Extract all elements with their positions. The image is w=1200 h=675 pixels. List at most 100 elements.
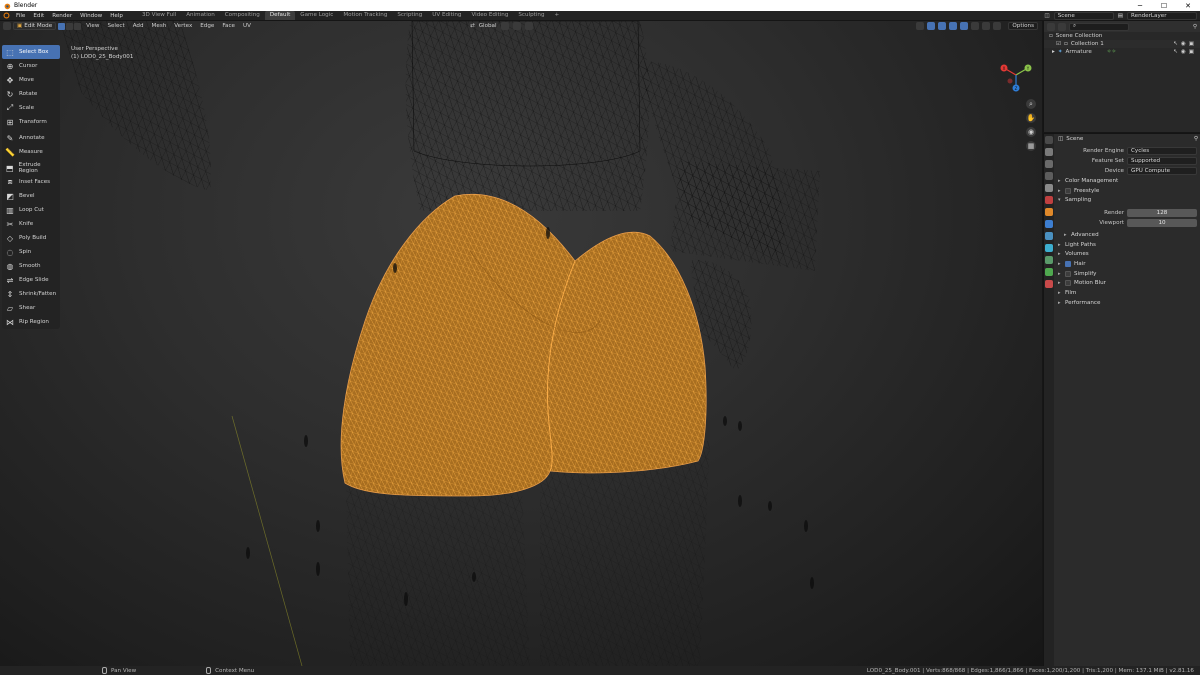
tool-inset-faces[interactable]: ⧈ Inset Faces — [2, 175, 60, 189]
tool-rotate[interactable]: ↻ Rotate — [2, 87, 60, 101]
simplify-checkbox[interactable] — [1065, 270, 1071, 277]
select-arrow-icon[interactable]: ↖ — [1173, 49, 1178, 55]
mode-selector[interactable]: ▣ Edit Mode — [13, 22, 57, 30]
eye-icon[interactable]: ◉ — [1181, 49, 1186, 55]
tool-move[interactable]: ✥ Move — [2, 73, 60, 87]
panel-freestyle[interactable]: ▸ Freestyle — [1055, 186, 1200, 196]
tool-scale[interactable]: ⤢ Scale — [2, 101, 60, 115]
camera-icon[interactable]: ▣ — [1189, 49, 1194, 55]
tool-poly-build[interactable]: ◇ Poly Build — [2, 231, 60, 245]
menu-uv[interactable]: UV — [240, 23, 254, 29]
xray-toggle-icon[interactable] — [949, 22, 958, 30]
tool-measure[interactable]: 📏 Measure — [2, 145, 60, 159]
freestyle-checkbox[interactable] — [1065, 187, 1071, 194]
data-tab-icon[interactable] — [1045, 268, 1053, 276]
tool-edge-slide[interactable]: ⇌ Edge Slide — [2, 273, 60, 287]
tab-video-editing[interactable]: Video Editing — [466, 11, 513, 20]
tool-cursor[interactable]: ⊕ Cursor — [2, 59, 60, 73]
tool-smooth[interactable]: ◍ Smooth — [2, 259, 60, 273]
menu-help[interactable]: Help — [106, 13, 127, 19]
tab-animation[interactable]: Animation — [181, 11, 220, 20]
menu-select[interactable]: Select — [104, 23, 127, 29]
menu-render[interactable]: Render — [48, 13, 76, 19]
menu-view[interactable]: View — [83, 23, 102, 29]
outliner-row-scene-collection[interactable]: ▫ Scene Collection — [1044, 32, 1200, 40]
editor-type-icon[interactable] — [3, 22, 11, 30]
outliner-editor-icon[interactable] — [1047, 22, 1055, 31]
camera-view-icon[interactable]: ◉ — [1026, 127, 1036, 137]
panel-color-management[interactable]: ▸ Color Management — [1055, 176, 1200, 186]
tool-bevel[interactable]: ◩ Bevel — [2, 189, 60, 203]
outliner-row-armature[interactable]: ▸ ✦ Armature ✧✧ ↖ ◉ ▣ — [1044, 48, 1200, 56]
select-arrow-icon[interactable]: ↖ — [1173, 41, 1178, 47]
output-tab-icon[interactable] — [1045, 160, 1053, 168]
tool-knife[interactable]: ✂ Knife — [2, 217, 60, 231]
material-tab-icon[interactable] — [1045, 280, 1053, 288]
outliner-display-mode-icon[interactable] — [1058, 22, 1066, 31]
expand-arrow-icon[interactable]: ▸ — [1052, 49, 1055, 55]
shading-wireframe-icon[interactable] — [960, 22, 969, 30]
world-tab-icon[interactable] — [1045, 196, 1053, 204]
tool-extrude-region[interactable]: ⬒ Extrude Region — [2, 161, 60, 175]
menu-mesh[interactable]: Mesh — [149, 23, 170, 29]
outliner-row-collection-1[interactable]: ☑ ▫ Collection 1 ↖ ◉ ▣ — [1044, 40, 1200, 48]
eye-icon[interactable]: ◉ — [1181, 41, 1186, 47]
render-tab-icon[interactable] — [1045, 148, 1053, 156]
proportional-edit-icon[interactable] — [524, 22, 533, 30]
vertex-select-icon[interactable] — [58, 22, 66, 30]
particles-tab-icon[interactable] — [1045, 232, 1053, 240]
face-select-icon[interactable] — [74, 22, 82, 30]
maximize-button[interactable]: ☐ — [1152, 2, 1176, 10]
panel-performance[interactable]: ▸ Performance — [1055, 298, 1200, 308]
physics-tab-icon[interactable] — [1045, 244, 1053, 252]
menu-vertex[interactable]: Vertex — [171, 23, 195, 29]
motion-blur-checkbox[interactable] — [1065, 280, 1071, 287]
scene-tab-icon[interactable] — [1045, 184, 1053, 192]
hair-checkbox[interactable] — [1065, 260, 1071, 267]
pan-hand-icon[interactable]: ✋ — [1026, 113, 1036, 123]
tool-loop-cut[interactable]: ▥ Loop Cut — [2, 203, 60, 217]
close-button[interactable]: ✕ — [1176, 2, 1200, 10]
tab-scripting[interactable]: Scripting — [392, 11, 427, 20]
3d-viewport[interactable]: ▣ Edit Mode View Select Add Mesh Vertex … — [0, 21, 1042, 666]
panel-volumes[interactable]: ▸ Volumes — [1055, 249, 1200, 259]
pin-icon[interactable]: ⚲ — [1194, 136, 1198, 142]
tab-3d-view-full[interactable]: 3D View Full — [137, 11, 181, 20]
tool-rip-region[interactable]: ⋈ Rip Region — [2, 315, 60, 329]
overlay-toggle-icon[interactable] — [938, 22, 947, 30]
transform-orientation-selector[interactable]: Global — [479, 23, 497, 29]
panel-sampling[interactable]: ▾ Sampling — [1055, 195, 1200, 205]
pivot-icon[interactable] — [500, 22, 509, 30]
snap-icon[interactable] — [512, 22, 521, 30]
grid-icon[interactable]: ▦ — [1026, 141, 1036, 151]
camera-icon[interactable]: ▣ — [1189, 41, 1194, 47]
menu-edge[interactable]: Edge — [197, 23, 217, 29]
tab-compositing[interactable]: Compositing — [220, 11, 265, 20]
tool-shrink-fatten[interactable]: ⇕ Shrink/Fatten — [2, 287, 60, 301]
shading-solid-icon[interactable] — [971, 22, 980, 30]
panel-light-paths[interactable]: ▸ Light Paths — [1055, 240, 1200, 250]
panel-hair[interactable]: ▸ Hair — [1055, 259, 1200, 269]
viewport-samples-field[interactable]: 10 — [1127, 219, 1197, 228]
shading-material-icon[interactable] — [982, 22, 991, 30]
outliner-search-input[interactable]: ⌕ — [1069, 22, 1129, 31]
panel-simplify[interactable]: ▸ Simplify — [1055, 269, 1200, 279]
feature-set-select[interactable]: Supported — [1127, 157, 1197, 165]
menu-face[interactable]: Face — [219, 23, 238, 29]
object-tab-icon[interactable] — [1045, 208, 1053, 216]
edge-select-icon[interactable] — [66, 22, 74, 30]
panel-motion-blur[interactable]: ▸ Motion Blur — [1055, 279, 1200, 289]
modifier-tab-icon[interactable] — [1045, 220, 1053, 228]
render-engine-select[interactable]: Cycles — [1127, 147, 1197, 155]
options-button[interactable]: Options — [1008, 22, 1038, 30]
tab-sculpting[interactable]: Sculpting — [513, 11, 549, 20]
view-layer-selector[interactable]: RenderLayer — [1127, 11, 1197, 20]
add-workspace-button[interactable]: + — [550, 11, 565, 20]
menu-file[interactable]: File — [12, 13, 29, 19]
tool-select-box[interactable]: ⬚ Select Box — [2, 45, 60, 59]
tool-transform[interactable]: ⊞ Transform — [2, 115, 60, 129]
navigation-gizmo[interactable]: Y X Z — [996, 55, 1036, 95]
minimize-button[interactable]: ─ — [1128, 2, 1152, 10]
tab-uv-editing[interactable]: UV Editing — [427, 11, 466, 20]
visibility-icon[interactable] — [916, 22, 925, 30]
